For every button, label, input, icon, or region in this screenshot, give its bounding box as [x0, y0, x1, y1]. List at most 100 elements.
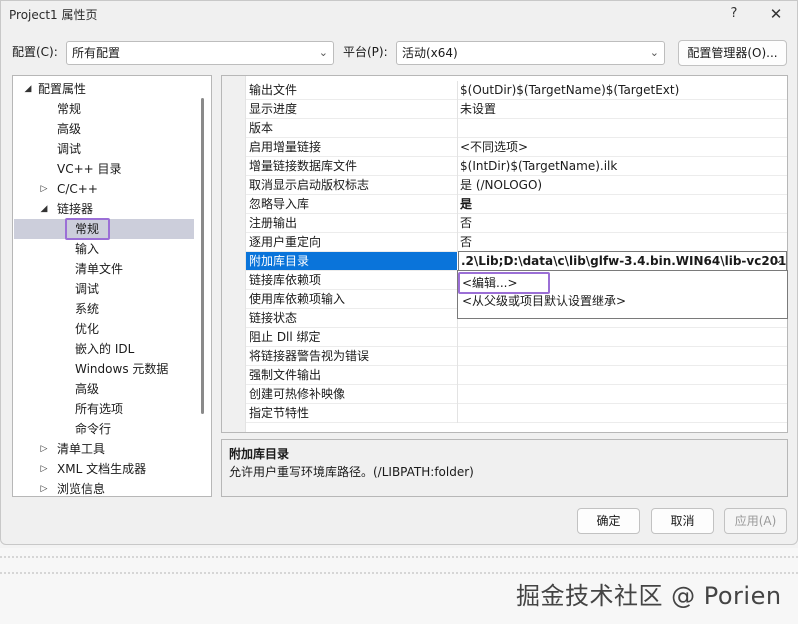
property-name: 将链接器警告视为错误 [249, 349, 370, 363]
expand-arrow-icon[interactable]: ▷ [39, 439, 49, 459]
tree-item-label: 所有选项 [75, 402, 124, 416]
grid-row[interactable]: 忽略导入库 是 [246, 195, 787, 214]
grid-gutter [222, 76, 246, 432]
tree-item-label: VC++ 目录 [57, 162, 122, 176]
ok-button[interactable]: 确定 [577, 508, 640, 534]
tree-item-label: 调试 [57, 142, 82, 156]
tree-item-label: 系统 [75, 302, 100, 316]
expand-arrow-icon[interactable]: ◢ [39, 199, 49, 219]
property-name: 强制文件输出 [249, 368, 322, 382]
property-value-editor[interactable]: .2\Lib;D:\data\c\lib\glfw-3.4.bin.WIN64\… [458, 251, 787, 271]
tree-scrollbar[interactable] [201, 98, 204, 414]
window-title: Project1 属性页 [9, 8, 98, 22]
tree-item-label: 输入 [75, 242, 100, 256]
grid-row[interactable]: 输出文件 $(OutDir)$(TargetName)$(TargetExt) [246, 81, 787, 100]
property-name: 链接库依赖项 [249, 273, 322, 287]
tree-item-vc-directories[interactable]: VC++ 目录 [57, 159, 122, 179]
config-label: 配置(C): [12, 45, 58, 59]
tree-item-debugging[interactable]: 调试 [57, 139, 81, 159]
tree-item-label: XML 文档生成器 [57, 462, 147, 476]
tree-item-label: 调试 [75, 282, 100, 296]
tree-item-label: 高级 [75, 382, 100, 396]
expand-arrow-icon[interactable]: ▷ [39, 479, 49, 496]
tree-item-linker-all-options[interactable]: 所有选项 [75, 399, 123, 419]
grid-row[interactable]: 版本 [246, 119, 787, 138]
config-select[interactable]: 所有配置 ⌄ [66, 41, 334, 65]
grid-row[interactable]: 阻止 Dll 绑定 [246, 328, 787, 347]
property-value[interactable]: 是 (/NOLOGO) [460, 176, 786, 194]
config-manager-button[interactable]: 配置管理器(O)... [678, 40, 787, 66]
property-name: 输出文件 [249, 83, 298, 97]
description-title: 附加库目录 [229, 447, 290, 461]
grid-row[interactable]: 逐用户重定向 否 [246, 233, 787, 252]
property-name: 注册输出 [249, 216, 298, 230]
chevron-down-icon: ⌄ [318, 46, 328, 59]
tree-item-label: 高级 [57, 122, 82, 136]
property-name: 启用增量链接 [249, 140, 322, 154]
description-text: 允许用户重写环境库路径。(/LIBPATH:folder) [229, 465, 474, 479]
chevron-down-icon[interactable]: ⌄ [774, 253, 783, 266]
property-name: 版本 [249, 121, 274, 135]
platform-select-value: 活动(x64) [402, 46, 458, 60]
tree-item-label: 命令行 [75, 422, 112, 436]
tree-item-label: 链接器 [57, 202, 94, 216]
tree-item-general[interactable]: 常规 [57, 99, 81, 119]
grid-row[interactable]: 创建可热修补映像 [246, 385, 787, 404]
property-value[interactable]: 未设置 [460, 100, 786, 118]
property-name: 使用库依赖项输入 [249, 292, 346, 306]
property-name: 忽略导入库 [249, 197, 310, 211]
property-value[interactable]: $(OutDir)$(TargetName)$(TargetExt) [460, 81, 786, 99]
tree-item-linker-input[interactable]: 输入 [75, 239, 99, 259]
property-tree: ◢ 配置属性 常规 高级 调试 VC++ 目录 ▷ C/C++ ◢ 链接器 常规… [12, 75, 212, 497]
grid-row[interactable]: 取消显示启动版权标志 是 (/NOLOGO) [246, 176, 787, 195]
platform-select[interactable]: 活动(x64) ⌄ [396, 41, 665, 65]
tree-item-linker-debugging[interactable]: 调试 [75, 279, 99, 299]
tree-item-label: Windows 元数据 [75, 362, 169, 376]
dropdown-option-inherit[interactable]: <从父级或项目默认设置继承> [462, 292, 626, 310]
property-name: 取消显示启动版权标志 [249, 178, 370, 192]
property-name: 指定节特性 [249, 406, 310, 420]
tree-item-label: 嵌入的 IDL [75, 342, 135, 356]
tree-item-label: 配置属性 [38, 82, 87, 96]
property-value[interactable]: 否 [460, 233, 786, 251]
grid-row[interactable]: 指定节特性 [246, 404, 787, 423]
expand-arrow-icon[interactable]: ▷ [39, 179, 49, 199]
tree-item-label: 清单文件 [75, 262, 124, 276]
property-value[interactable]: 否 [460, 214, 786, 232]
property-name: 逐用户重定向 [249, 235, 322, 249]
property-name: 附加库目录 [246, 252, 457, 270]
grid-row[interactable]: 增量链接数据库文件 $(IntDir)$(TargetName).ilk [246, 157, 787, 176]
property-value[interactable]: 是 [460, 195, 786, 213]
tree-item-label: 常规 [57, 102, 82, 116]
cancel-button[interactable]: 取消 [651, 508, 714, 534]
help-icon[interactable]: ? [723, 4, 745, 24]
grid-row[interactable]: 注册输出 否 [246, 214, 787, 233]
tree-item-linker-command-line[interactable]: 命令行 [75, 419, 111, 439]
close-icon[interactable]: ✕ [765, 4, 787, 24]
tree-item-label: 浏览信息 [57, 482, 106, 496]
grid-row-selected[interactable]: 附加库目录 .2\Lib;D:\data\c\lib\glfw-3.4.bin.… [246, 251, 787, 271]
apply-button[interactable]: 应用(A) [724, 508, 787, 534]
expand-arrow-icon[interactable]: ◢ [23, 79, 33, 99]
tree-item-label: C/C++ [57, 182, 98, 196]
property-grid: 输出文件 $(OutDir)$(TargetName)$(TargetExt) 显… [221, 75, 788, 433]
grid-row[interactable]: 强制文件输出 [246, 366, 787, 385]
title-bar: Project1 属性页 ? ✕ [1, 1, 797, 27]
tree-item-label: 清单工具 [57, 442, 106, 456]
grid-row[interactable]: 启用增量链接 <不同选项> [246, 138, 787, 157]
tree-item-linker-advanced[interactable]: 高级 [75, 379, 99, 399]
property-value[interactable]: <不同选项> [460, 138, 786, 156]
tree-item-linker-system[interactable]: 系统 [75, 299, 99, 319]
tree-item-linker-general[interactable]: 常规 [75, 219, 99, 239]
property-name: 显示进度 [249, 102, 298, 116]
property-pages-dialog: Project1 属性页 ? ✕ 配置(C): 所有配置 ⌄ 平台(P): 活动… [0, 0, 798, 545]
tree-item-linker-optimization[interactable]: 优化 [75, 319, 99, 339]
grid-row[interactable]: 将链接器警告视为错误 [246, 347, 787, 366]
property-value[interactable]: $(IntDir)$(TargetName).ilk [460, 157, 786, 175]
grid-row[interactable]: 显示进度 未设置 [246, 100, 787, 119]
expand-arrow-icon[interactable]: ▷ [39, 459, 49, 479]
tree-item-linker-embedded-idl[interactable]: 嵌入的 IDL [75, 339, 134, 359]
tree-item-linker-manifest[interactable]: 清单文件 [75, 259, 123, 279]
tree-item-linker-windows-metadata[interactable]: Windows 元数据 [75, 359, 168, 379]
tree-item-advanced[interactable]: 高级 [57, 119, 81, 139]
